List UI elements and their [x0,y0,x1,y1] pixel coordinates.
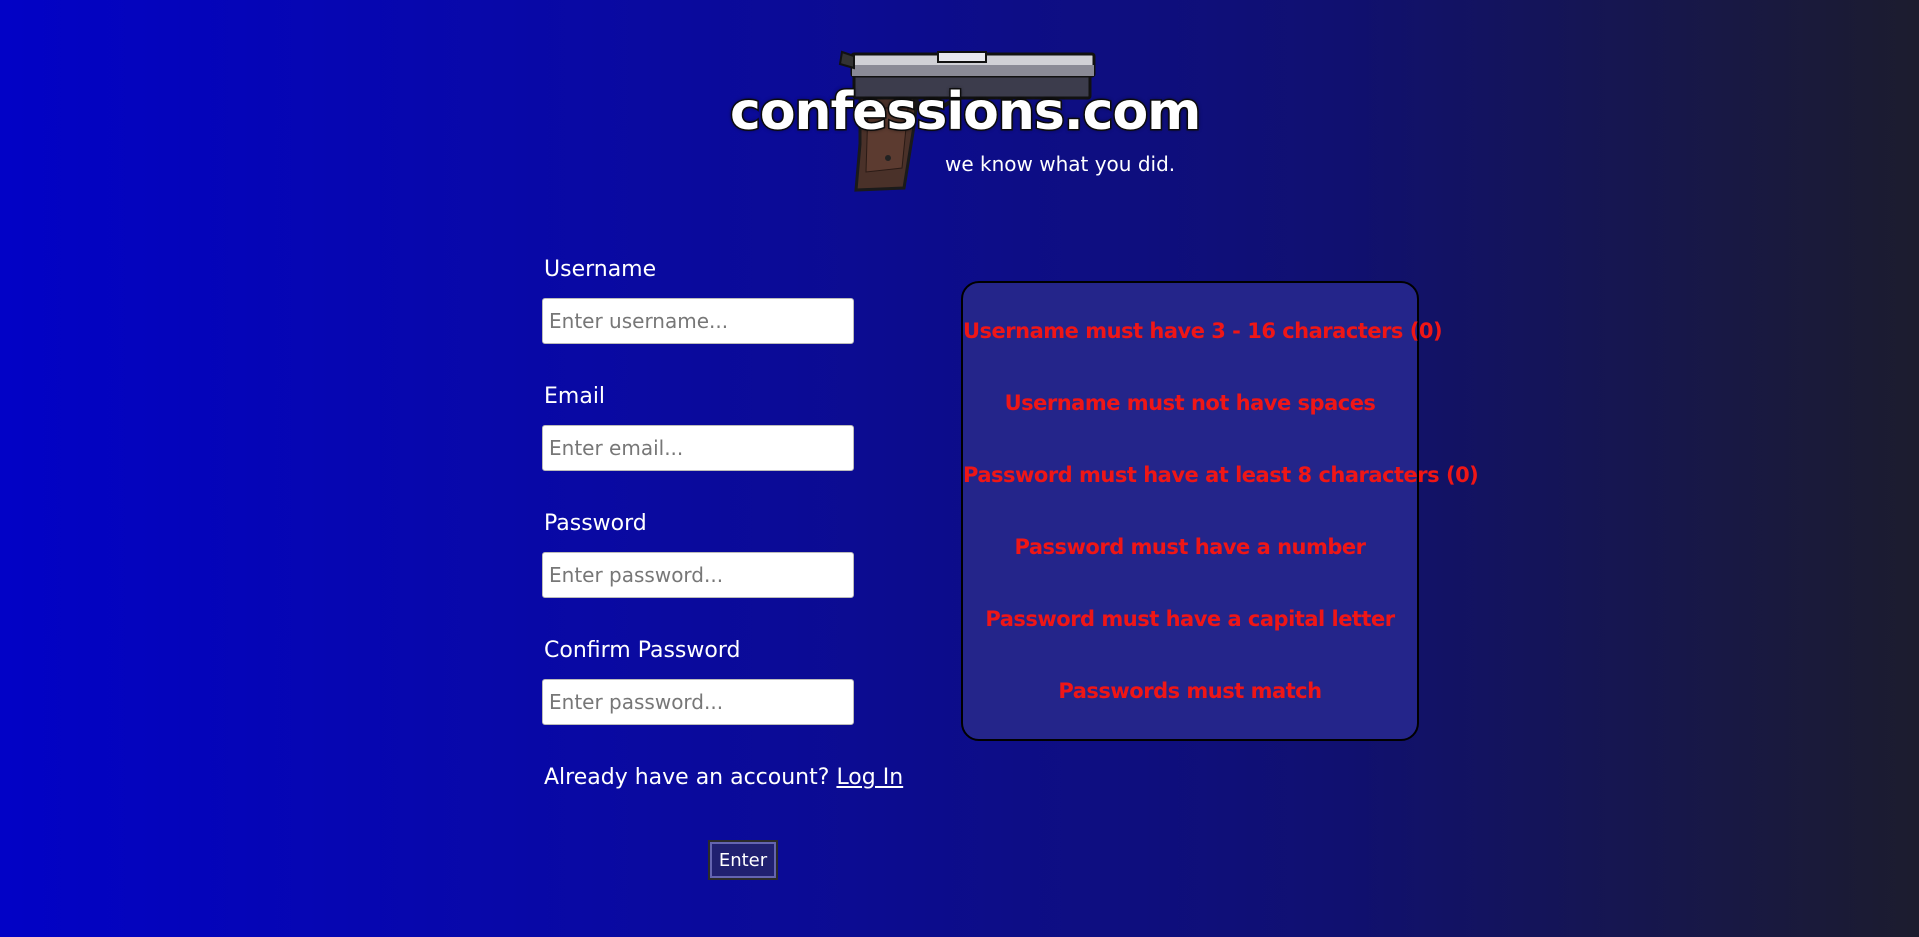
rule-username-spaces: Username must not have spaces [1004,391,1376,415]
site-logo: confessions.com we know what you did. [728,48,1203,196]
username-input[interactable] [542,298,854,344]
rule-password-length: Password must have at least 8 characters… [963,463,1479,487]
login-prompt-text: Already have an account? [544,765,830,790]
rule-password-capital: Password must have a capital letter [985,607,1395,631]
email-label: Email [544,384,606,409]
username-label: Username [544,257,657,282]
password-input[interactable] [542,552,854,598]
signup-form: Username Email Password Confirm Password… [542,252,903,796]
rule-passwords-match: Passwords must match [1058,679,1322,703]
validation-rules-panel: Username must have 3 - 16 characters (0)… [961,281,1479,741]
login-link[interactable]: Log In [836,765,903,790]
password-label: Password [544,511,647,536]
enter-button[interactable]: Enter [708,840,778,880]
confirm-password-label: Confirm Password [544,638,741,663]
rule-username-length: Username must have 3 - 16 characters (0) [963,319,1443,343]
logo-wordmark: confessions.com [728,81,1202,144]
confirm-password-input[interactable] [542,679,854,725]
logo-tagline: we know what you did. [945,152,1176,176]
email-input[interactable] [542,425,854,471]
login-prompt: Already have an account? Log In [544,760,903,796]
rule-password-number: Password must have a number [1014,535,1366,559]
